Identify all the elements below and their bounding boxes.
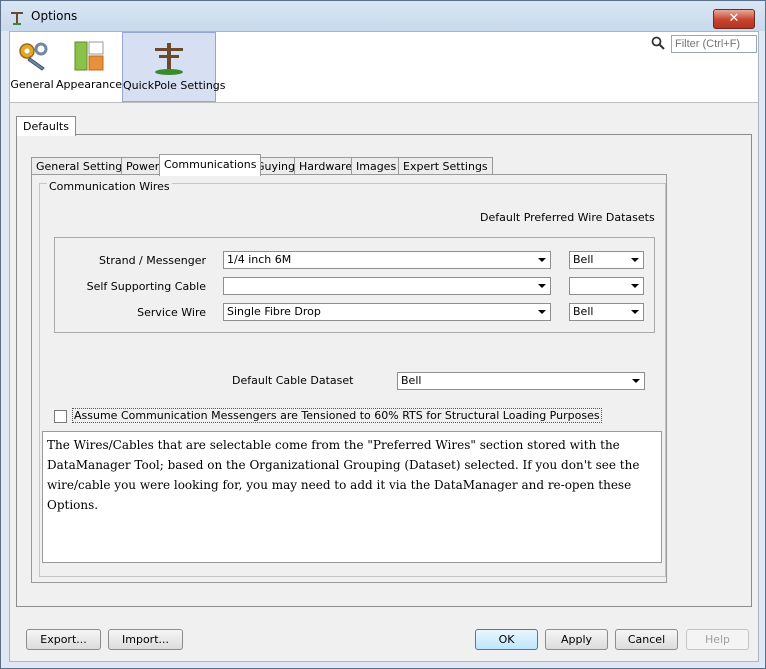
self-supporting-cable-label: Self Supporting Cable	[86, 280, 206, 293]
category-label: Appearance	[56, 78, 123, 91]
info-note: The Wires/Cables that are selectable com…	[42, 431, 662, 563]
category-label: General	[10, 78, 54, 91]
chevron-down-icon	[538, 310, 546, 314]
tab-defaults[interactable]: Defaults	[16, 116, 76, 136]
subtab-general-settings[interactable]: General Settings	[31, 157, 133, 175]
defaults-panel: General Settings Power Communications Gu…	[16, 134, 752, 607]
category-appearance[interactable]: Appearance	[56, 32, 122, 100]
subtab-power[interactable]: Power	[121, 157, 165, 175]
service-wire-label: Service Wire	[137, 306, 206, 319]
chevron-down-icon	[538, 258, 546, 262]
appearance-icon	[74, 41, 104, 71]
subtab-communications[interactable]: Communications	[159, 154, 262, 176]
category-toolbar: General Appearance QuickPole Settings	[10, 32, 758, 103]
self-supporting-cable-select[interactable]	[223, 277, 551, 295]
pole-icon	[155, 43, 183, 75]
strand-dataset-select[interactable]: Bell	[569, 251, 644, 269]
close-button[interactable]: ✕	[713, 9, 755, 29]
chevron-down-icon	[631, 284, 639, 288]
self-supporting-dataset-select[interactable]	[569, 277, 644, 295]
tension-checkbox-label[interactable]: Assume Communication Messengers are Tens…	[72, 408, 602, 423]
client-area: General Appearance QuickPole Settings Fi…	[9, 31, 759, 662]
title-bar: Options ✕	[1, 1, 765, 31]
service-wire-select[interactable]: Single Fibre Drop	[223, 303, 551, 321]
category-quickpole-settings[interactable]: QuickPole Settings	[122, 32, 226, 102]
help-button[interactable]: Help	[686, 629, 749, 650]
wire-settings-box: Strand / Messenger 1/4 inch 6M Bell Self…	[54, 237, 655, 333]
filter-input[interactable]	[671, 35, 757, 53]
search-icon	[651, 36, 665, 50]
chevron-down-icon	[631, 258, 639, 262]
chevron-down-icon	[632, 379, 640, 383]
import-button[interactable]: Import...	[108, 629, 183, 650]
chevron-down-icon	[538, 284, 546, 288]
communication-wires-group: Communication Wires Default Preferred Wi…	[39, 180, 666, 577]
chevron-down-icon	[631, 310, 639, 314]
pole-app-icon	[11, 12, 23, 25]
strand-messenger-select[interactable]: 1/4 inch 6M	[223, 251, 551, 269]
ok-button[interactable]: OK	[475, 629, 538, 650]
default-cable-dataset-select[interactable]: Bell	[397, 372, 645, 390]
export-button[interactable]: Export...	[26, 629, 101, 650]
group-title: Communication Wires	[47, 180, 172, 193]
subtab-expert-settings[interactable]: Expert Settings	[398, 157, 493, 175]
preferred-datasets-label: Default Preferred Wire Datasets	[480, 211, 655, 224]
communications-panel: Communication Wires Default Preferred Wi…	[31, 174, 667, 583]
apply-button[interactable]: Apply	[545, 629, 608, 650]
default-cable-dataset-label: Default Cable Dataset	[232, 374, 354, 387]
options-window: Options ✕ General Appearance QuickPole S…	[0, 0, 766, 669]
cancel-button[interactable]: Cancel	[615, 629, 678, 650]
subtab-hardware[interactable]: Hardware	[294, 157, 358, 175]
category-general[interactable]: General	[10, 32, 54, 100]
tension-checkbox[interactable]	[54, 410, 67, 423]
category-label: QuickPole Settings	[123, 79, 226, 92]
gears-icon	[19, 42, 48, 71]
strand-messenger-label: Strand / Messenger	[99, 254, 206, 267]
subtab-images[interactable]: Images	[351, 157, 402, 175]
service-wire-dataset-select[interactable]: Bell	[569, 303, 644, 321]
window-title: Options	[31, 9, 78, 23]
